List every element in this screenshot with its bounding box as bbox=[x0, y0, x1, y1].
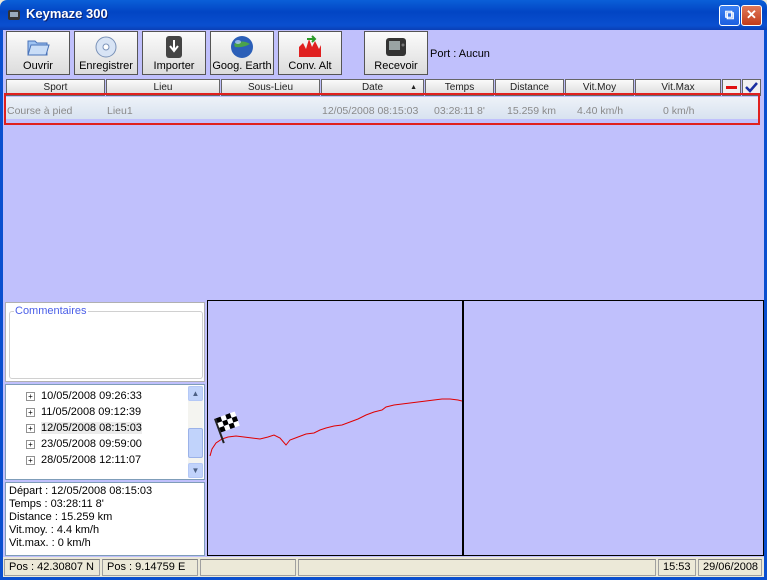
tree-item[interactable]: +28/05/2008 12:11:07 bbox=[26, 453, 141, 468]
tree-scrollbar[interactable]: ▲ ▼ bbox=[188, 386, 203, 478]
status-date: 29/06/2008 bbox=[698, 559, 762, 576]
window-title: Keymaze 300 bbox=[26, 6, 108, 21]
track-map-panel[interactable] bbox=[207, 300, 463, 556]
table-row-background: Course à pied Lieu1 12/05/2008 08:15:03 … bbox=[6, 97, 758, 119]
start-flag-icon bbox=[214, 411, 240, 444]
info-temps: Temps : 03:28:11 8' bbox=[9, 498, 104, 510]
save-button-label: Enregistrer bbox=[79, 60, 133, 72]
altitude-convert-button-label: Conv. Alt bbox=[288, 60, 332, 72]
import-icon bbox=[166, 36, 182, 58]
comments-legend: Commentaires bbox=[15, 305, 87, 317]
tree-item-label: 12/05/2008 08:15:03 bbox=[41, 422, 142, 434]
tree-item-selected[interactable]: +12/05/2008 08:15:03 bbox=[26, 421, 142, 436]
info-vit-max: Vit.max. : 0 km/h bbox=[9, 537, 91, 549]
folder-icon bbox=[27, 40, 50, 56]
status-panel-empty-2 bbox=[298, 559, 656, 576]
cell-vit-moy: 4.40 km/h bbox=[577, 105, 624, 117]
scroll-down-button[interactable]: ▼ bbox=[188, 463, 203, 478]
cell-lieu: Lieu1 bbox=[107, 105, 133, 117]
status-time: 15:53 bbox=[658, 559, 696, 576]
column-header-date-label: Date bbox=[361, 82, 384, 93]
expand-icon[interactable]: + bbox=[26, 439, 35, 449]
tree-item[interactable]: +10/05/2008 09:26:33 bbox=[26, 389, 142, 404]
close-button[interactable]: ✕ bbox=[741, 5, 762, 26]
expand-icon[interactable]: + bbox=[26, 455, 35, 465]
save-button[interactable]: Enregistrer bbox=[74, 31, 138, 75]
session-tree[interactable]: +10/05/2008 09:26:33 +11/05/2008 09:12:3… bbox=[5, 384, 205, 480]
cell-sport: Course à pied bbox=[7, 105, 73, 117]
table-row[interactable]: Course à pied Lieu1 12/05/2008 08:15:03 … bbox=[4, 93, 760, 125]
expand-icon[interactable]: + bbox=[26, 423, 35, 433]
open-button[interactable]: Ouvrir bbox=[6, 31, 70, 75]
import-button[interactable]: Importer bbox=[142, 31, 206, 75]
comments-panel[interactable]: Commentaires bbox=[5, 302, 205, 382]
track-line bbox=[209, 398, 463, 457]
cell-date: 12/05/2008 08:15:03 bbox=[322, 105, 419, 117]
restore-button[interactable]: ⧉ bbox=[719, 5, 740, 26]
scroll-thumb[interactable] bbox=[188, 428, 203, 458]
expand-icon[interactable]: + bbox=[26, 391, 35, 401]
cell-temps: 03:28:11 8' bbox=[434, 105, 485, 117]
google-earth-button[interactable]: Goog. Earth bbox=[210, 31, 274, 75]
open-button-label: Ouvrir bbox=[23, 60, 53, 72]
receive-button[interactable]: Recevoir bbox=[364, 31, 428, 75]
altitude-convert-button[interactable]: Conv. Alt bbox=[278, 31, 342, 75]
info-distance: Distance : 15.259 km bbox=[9, 511, 113, 523]
cell-vit-max: 0 km/h bbox=[663, 105, 695, 117]
tree-item[interactable]: +11/05/2008 09:12:39 bbox=[26, 405, 141, 420]
scroll-up-button[interactable]: ▲ bbox=[188, 386, 203, 401]
tree-item-label: 10/05/2008 09:26:33 bbox=[41, 390, 142, 402]
status-bar: Pos : 42.30807 N Pos : 9.14759 E 15:53 2… bbox=[3, 557, 764, 577]
info-depart: Départ : 12/05/2008 08:15:03 bbox=[9, 485, 153, 497]
info-vit-moy: Vit.moy. : 4.4 km/h bbox=[9, 524, 100, 536]
globe-icon bbox=[231, 36, 253, 58]
gps-device-icon bbox=[386, 38, 406, 56]
receive-button-label: Recevoir bbox=[374, 60, 418, 72]
track-map bbox=[209, 398, 463, 457]
title-bar: Keymaze 300 ⧉ ✕ bbox=[0, 0, 767, 30]
app-icon bbox=[8, 10, 20, 20]
client-area: Ouvrir Enregistrer Importer Goog. Earth … bbox=[3, 30, 764, 577]
profile-panel[interactable] bbox=[463, 300, 764, 556]
session-info: Départ : 12/05/2008 08:15:03 Temps : 03:… bbox=[5, 482, 205, 556]
tree-item-label: 23/05/2008 09:59:00 bbox=[41, 438, 142, 450]
status-panel-empty-1 bbox=[200, 559, 296, 576]
expand-icon[interactable]: + bbox=[26, 407, 35, 417]
cell-distance: 15.259 km bbox=[507, 105, 557, 117]
status-pos-n: Pos : 42.30807 N bbox=[4, 559, 100, 576]
altitude-chart-icon bbox=[299, 35, 321, 57]
disc-icon bbox=[95, 36, 117, 58]
import-button-label: Importer bbox=[153, 60, 195, 72]
google-earth-button-label: Goog. Earth bbox=[212, 60, 272, 72]
status-pos-e: Pos : 9.14759 E bbox=[102, 559, 198, 576]
tree-item-label: 11/05/2008 09:12:39 bbox=[41, 406, 142, 418]
tree-item-label: 28/05/2008 12:11:07 bbox=[41, 454, 142, 466]
port-label: Port : Aucun bbox=[430, 48, 490, 60]
tree-item[interactable]: +23/05/2008 09:59:00 bbox=[26, 437, 142, 452]
comments-group: Commentaires bbox=[9, 305, 203, 379]
